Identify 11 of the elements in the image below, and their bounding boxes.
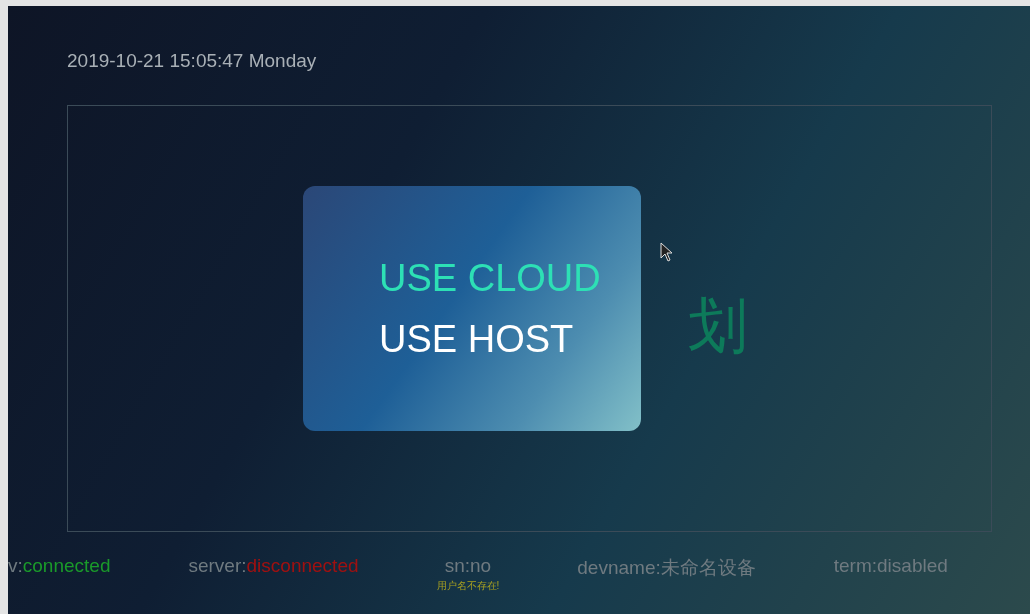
status-text: server:disconnected bbox=[188, 555, 359, 577]
menu-option[interactable]: USE HOST bbox=[379, 317, 574, 361]
status-text: v:connected bbox=[8, 555, 111, 577]
status-text: sn:no bbox=[444, 555, 492, 577]
mouse-cursor-icon bbox=[660, 242, 674, 262]
status-text: devname:未命名设备 bbox=[577, 556, 756, 580]
error-message: 用户名不存在! bbox=[436, 579, 500, 593]
status-text: term:disabled bbox=[833, 555, 948, 577]
date-time: 2019-10-21 15:05:47 Monday bbox=[67, 50, 317, 72]
menu-option[interactable]: USE CLOUD bbox=[379, 256, 601, 300]
background-title: 划 bbox=[688, 289, 748, 362]
